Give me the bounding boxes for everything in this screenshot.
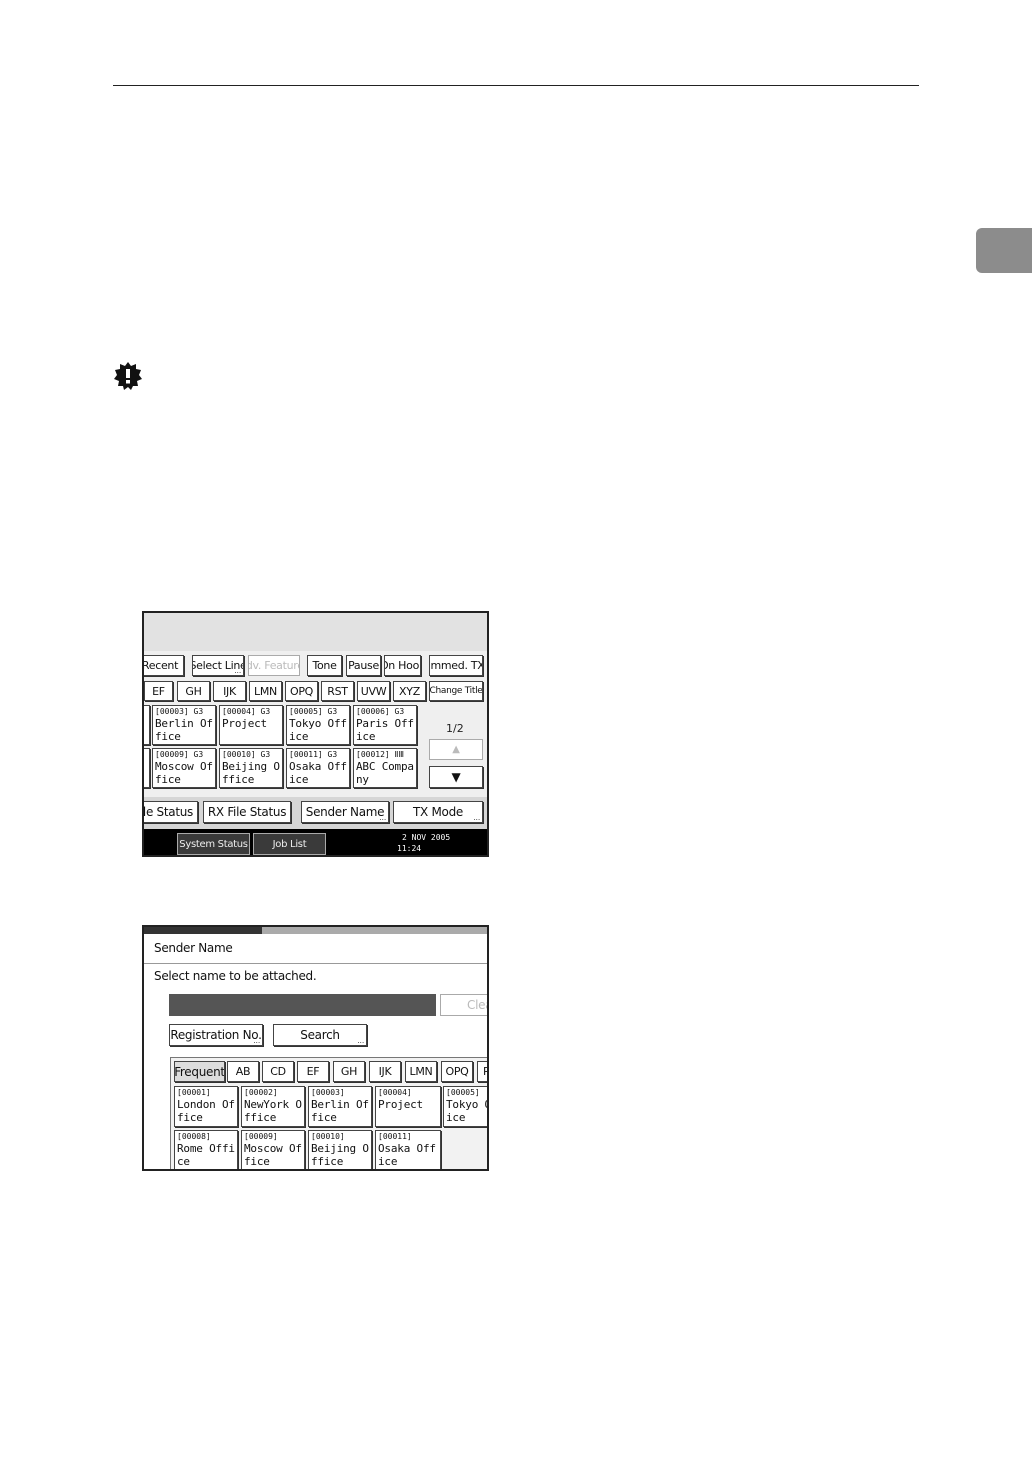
search-button[interactable]: Search xyxy=(273,1024,367,1046)
sender-name-key[interactable]: [00011] Osaka Office xyxy=(375,1130,441,1169)
adv-features-button: Adv. Features xyxy=(248,655,300,676)
page-indicator: 1/2 xyxy=(446,722,464,735)
sender-name-button[interactable]: Sender Name xyxy=(301,801,389,823)
destination-key[interactable]: [00011] G3 Osaka Office xyxy=(286,748,350,788)
destination-key[interactable]: [00003] G3 Berlin Office xyxy=(152,705,216,745)
tx-file-status-button[interactable]: File Status xyxy=(144,801,198,823)
destination-key-partial[interactable] xyxy=(144,748,150,788)
system-status-button[interactable]: System Status xyxy=(177,833,250,855)
screen-title: Sender Name xyxy=(154,941,233,955)
tx-mode-button[interactable]: TX Mode xyxy=(393,801,483,823)
tab-opq[interactable]: OPQ xyxy=(285,681,318,701)
sender-name-key[interactable]: [00010] Beijing Office xyxy=(308,1130,372,1169)
sender-name-key[interactable]: [00009] Moscow Office xyxy=(241,1130,305,1169)
tab-lmn[interactable]: LMN xyxy=(405,1061,437,1082)
tab-frequent[interactable]: Frequent xyxy=(174,1061,225,1082)
tab-rst[interactable]: RST xyxy=(477,1061,487,1082)
destination-key[interactable]: [00005] G3 Tokyo Office xyxy=(286,705,350,745)
selected-name-field xyxy=(169,994,436,1016)
message-area xyxy=(144,613,487,651)
status-bar: System Status Job List 2 NOV 2005 11:24 xyxy=(144,829,487,855)
page-up-button[interactable]: ▲ xyxy=(429,739,483,760)
tab-rst[interactable]: RST xyxy=(321,681,354,701)
destination-key[interactable]: [00006] G3 Paris Office xyxy=(353,705,417,745)
select-line-button[interactable]: Select Line xyxy=(192,655,244,676)
destination-key[interactable]: [00010] G3 Beijing Office xyxy=(219,748,283,788)
window-top-strip-light xyxy=(262,927,487,934)
change-title-button[interactable]: Change Title xyxy=(429,681,483,701)
tab-lmn[interactable]: LMN xyxy=(249,681,282,701)
destination-key-partial[interactable] xyxy=(144,705,150,745)
important-icon xyxy=(114,362,142,390)
chapter-tab xyxy=(976,228,1032,273)
destination-key[interactable]: [00009] G3 Moscow Office xyxy=(152,748,216,788)
date-display: 2 NOV 2005 xyxy=(402,833,451,842)
sender-name-key[interactable]: [00002] NewYork Office xyxy=(241,1086,305,1127)
pause-button[interactable]: Pause xyxy=(346,655,381,676)
page-down-button[interactable]: ▼ xyxy=(429,766,483,788)
tab-gh[interactable]: GH xyxy=(333,1061,365,1082)
tab-uvw[interactable]: UVW xyxy=(357,681,390,701)
tab-ef[interactable]: EF xyxy=(297,1061,329,1082)
destination-key[interactable]: [00012] ⅡⅢ ABC Company xyxy=(353,748,417,788)
tab-ijk[interactable]: IJK xyxy=(213,681,246,701)
sender-name-screen: Sender Name Select name to be attached. … xyxy=(142,925,489,1171)
clear-button[interactable]: Clear xyxy=(440,994,487,1016)
tab-opq[interactable]: OPQ xyxy=(441,1061,473,1082)
instruction-text: Select name to be attached. xyxy=(154,969,317,983)
sender-name-key[interactable]: [00003] Berlin Office xyxy=(308,1086,372,1127)
tab-xyz[interactable]: XYZ xyxy=(393,681,426,701)
sender-name-key[interactable]: [00001] London Office xyxy=(174,1086,238,1127)
tab-ijk[interactable]: IJK xyxy=(369,1061,401,1082)
sender-name-key[interactable]: [00008] Rome Office xyxy=(174,1130,238,1169)
registration-no-button[interactable]: Registration No. xyxy=(169,1024,263,1046)
time-display: 11:24 xyxy=(397,844,422,853)
sender-name-key[interactable]: [00004] Project xyxy=(375,1086,441,1127)
on-hook-button[interactable]: On Hook xyxy=(384,655,421,676)
title-divider xyxy=(144,963,487,964)
immed-tx-button[interactable]: Immed. TX xyxy=(429,655,483,676)
job-list-button[interactable]: Job List xyxy=(253,833,326,855)
tab-cd[interactable]: CD xyxy=(262,1061,294,1082)
sender-name-key[interactable]: [00005] Tokyo Office xyxy=(443,1086,487,1127)
destination-key[interactable]: [00004] G3 Project xyxy=(219,705,283,745)
tab-gh[interactable]: GH xyxy=(177,681,210,701)
rx-file-status-button[interactable]: RX File Status xyxy=(203,801,291,823)
tab-ef[interactable]: EF xyxy=(144,681,173,701)
recent-button[interactable]: Recent xyxy=(144,655,184,676)
fax-initial-screen: Recent Select Line Adv. Features Tone Pa… xyxy=(142,611,489,857)
header-rule xyxy=(113,85,919,86)
tab-ab[interactable]: AB xyxy=(227,1061,259,1082)
tone-button[interactable]: Tone xyxy=(307,655,342,676)
